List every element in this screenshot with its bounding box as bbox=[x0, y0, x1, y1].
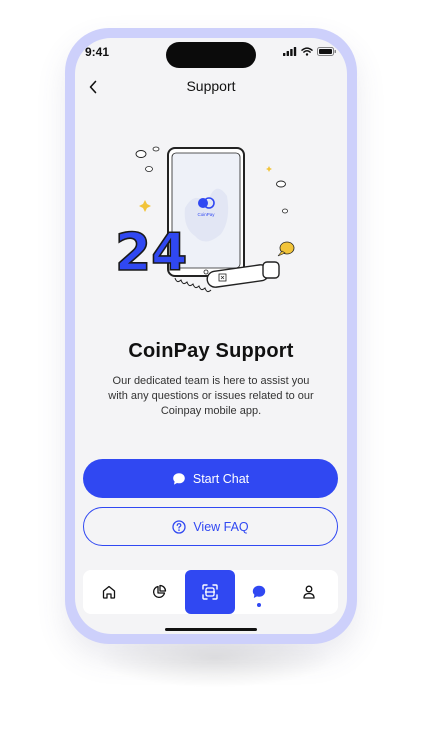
support-illustration: CoinPay 24 bbox=[114, 146, 295, 293]
start-chat-button[interactable]: Start Chat bbox=[83, 459, 338, 498]
active-tab-indicator bbox=[257, 603, 261, 607]
tab-analytics[interactable] bbox=[139, 570, 179, 614]
view-faq-label: View FAQ bbox=[193, 519, 249, 534]
signal-icon bbox=[283, 47, 297, 56]
tab-profile[interactable] bbox=[289, 570, 329, 614]
chat-icon bbox=[252, 585, 266, 598]
dynamic-island bbox=[166, 42, 256, 68]
bottom-tab-bar bbox=[83, 570, 338, 614]
home-indicator[interactable] bbox=[165, 628, 257, 631]
status-icons bbox=[283, 47, 337, 56]
header: Support bbox=[75, 74, 347, 100]
page-title: Support bbox=[186, 78, 236, 94]
start-chat-label: Start Chat bbox=[192, 471, 250, 486]
tab-scan[interactable] bbox=[185, 570, 235, 614]
scan-icon bbox=[202, 584, 218, 600]
home-icon bbox=[102, 585, 116, 599]
chat-bubble-icon bbox=[173, 472, 185, 485]
battery-icon bbox=[317, 47, 336, 56]
question-circle-icon bbox=[172, 519, 186, 534]
tab-home[interactable] bbox=[89, 570, 129, 614]
support-title: CoinPay Support bbox=[128, 340, 294, 362]
tab-support[interactable] bbox=[239, 570, 279, 614]
phone-screen: 9:41 Support CoinPay 24 CoinPay Support … bbox=[75, 38, 347, 634]
view-faq-button[interactable]: View FAQ bbox=[83, 507, 338, 546]
pie-chart-icon bbox=[152, 584, 167, 599]
logo-label: CoinPay bbox=[197, 212, 215, 217]
profile-icon bbox=[303, 585, 315, 599]
status-time: 9:41 bbox=[85, 45, 110, 59]
hours-label: 24 bbox=[115, 223, 187, 283]
status-bar: 9:41 bbox=[75, 38, 347, 72]
wifi-icon bbox=[301, 47, 313, 56]
support-description: Our dedicated team is here to assist you… bbox=[108, 375, 314, 417]
